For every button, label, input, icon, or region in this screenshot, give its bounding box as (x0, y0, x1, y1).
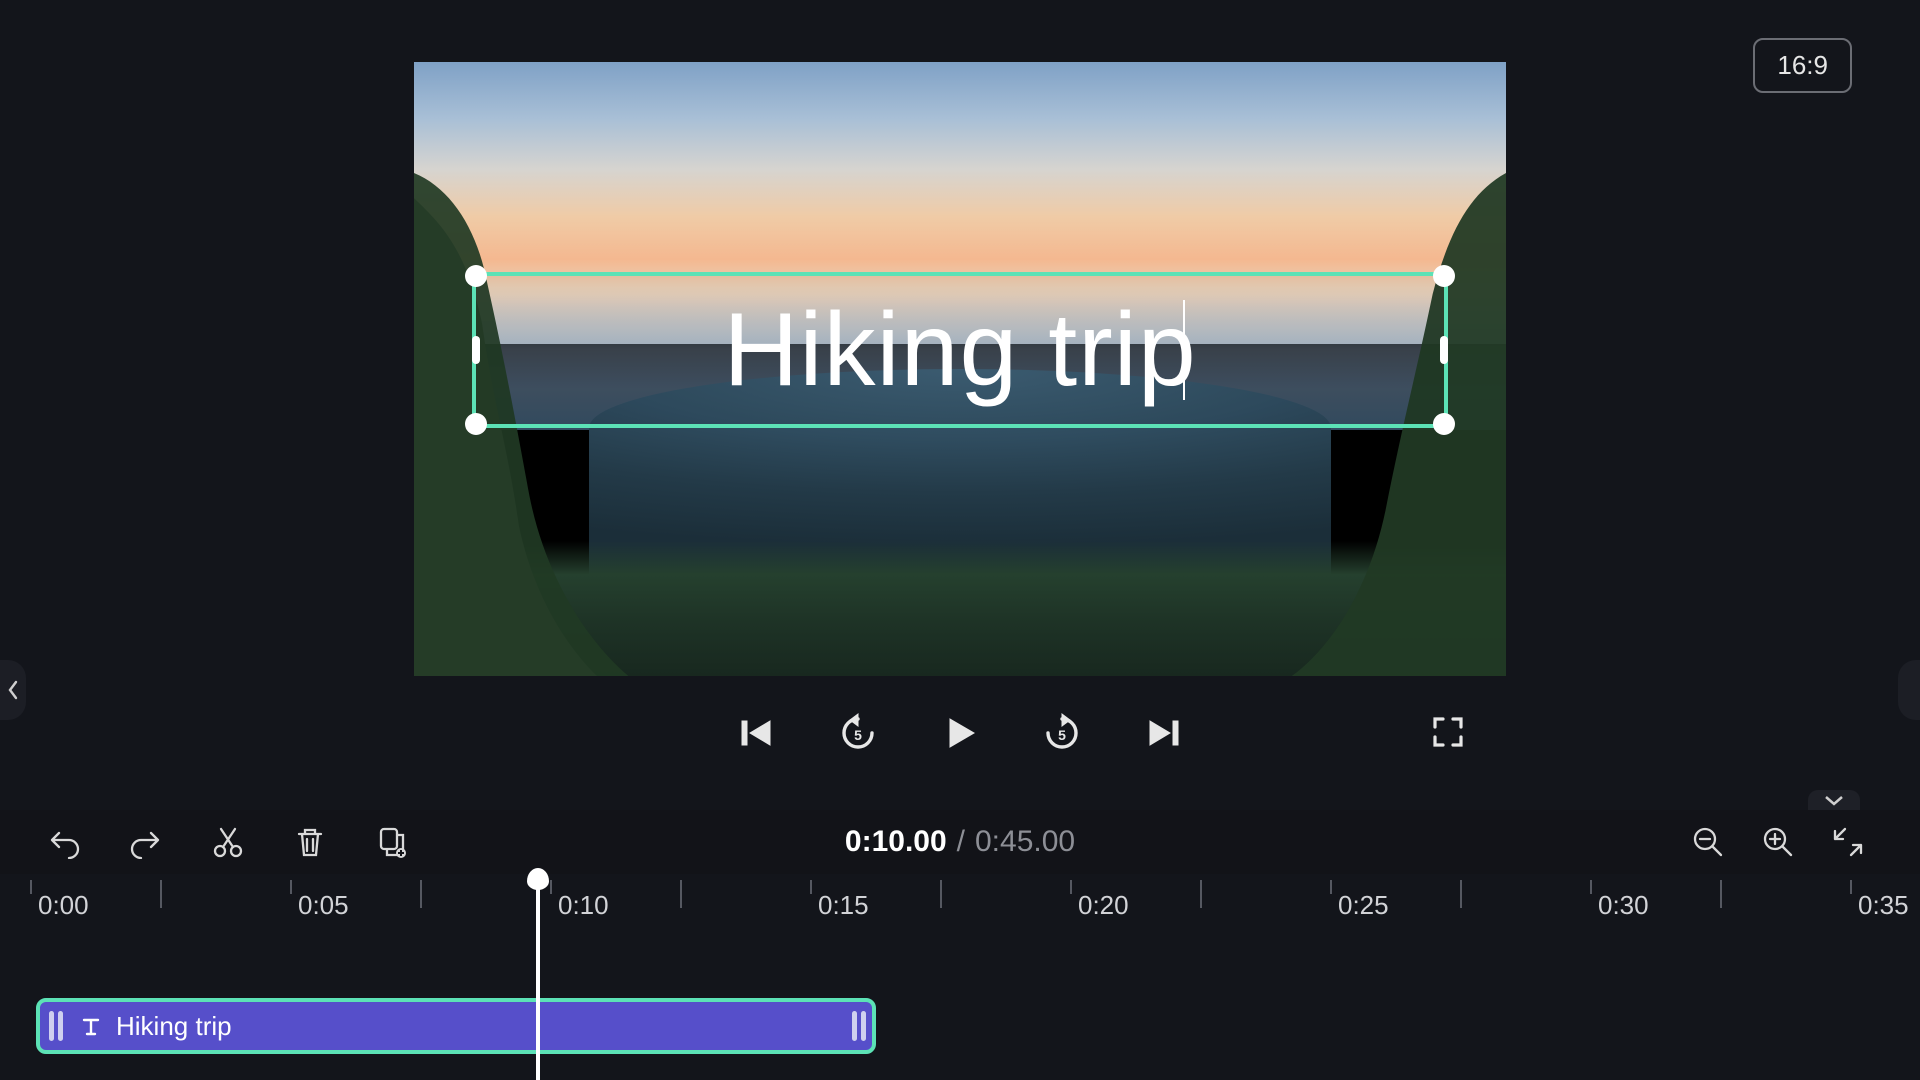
ruler-subtick (1720, 880, 1722, 908)
left-panel-toggle[interactable] (0, 660, 26, 720)
time-separator: / (957, 825, 965, 859)
split-button[interactable] (210, 824, 246, 860)
ruler-subtick (160, 880, 162, 908)
zoom-out-button[interactable] (1690, 824, 1726, 860)
undo-button[interactable] (46, 824, 82, 860)
text-caret (1183, 300, 1185, 400)
current-time: 0:10.00 (845, 825, 947, 859)
delete-button[interactable] (292, 824, 328, 860)
ruler-tick (810, 880, 812, 894)
resize-handle-top-left[interactable] (465, 265, 487, 287)
preview-canvas[interactable]: Hiking trip (414, 62, 1506, 676)
resize-handle-left[interactable] (472, 336, 480, 364)
ruler-tick-label: 0:10 (558, 890, 609, 921)
text-overlay-content[interactable]: Hiking trip (723, 291, 1196, 410)
ruler-tick (1850, 880, 1852, 894)
text-clip[interactable]: Hiking trip (36, 998, 876, 1054)
ruler-tick (1330, 880, 1332, 894)
clip-label: Hiking trip (116, 1011, 232, 1042)
ruler-subtick (420, 880, 422, 908)
total-time: 0:45.00 (975, 825, 1075, 859)
collapse-timeline-button[interactable] (1808, 790, 1860, 810)
timeline-tracks[interactable]: Hiking trip (0, 930, 1920, 1080)
timeline-toolbar: 0:10.00 / 0:45.00 (0, 810, 1920, 874)
ruler-tick (30, 880, 32, 894)
video-editor-app: 16:9 Hiking trip (0, 0, 1920, 1080)
aspect-ratio-button[interactable]: 16:9 (1753, 38, 1852, 93)
time-display: 0:10.00 / 0:45.00 (845, 825, 1075, 859)
toolbar-right-group (1690, 824, 1920, 860)
rewind-5s-button[interactable]: 5 (835, 710, 881, 756)
toolbar-left-group (0, 824, 410, 860)
forward-5s-button[interactable]: 5 (1039, 710, 1085, 756)
jump-start-button[interactable] (733, 710, 779, 756)
jump-end-button[interactable] (1141, 710, 1187, 756)
ruler-tick (290, 880, 292, 894)
resize-handle-right[interactable] (1440, 336, 1448, 364)
redo-button[interactable] (128, 824, 164, 860)
zoom-in-button[interactable] (1760, 824, 1796, 860)
ruler-tick-label: 0:05 (298, 890, 349, 921)
forward-label: 5 (1058, 727, 1066, 743)
text-overlay-selection[interactable]: Hiking trip (472, 272, 1448, 428)
clip-trim-left[interactable] (40, 1011, 72, 1041)
preview-area: Hiking trip (414, 62, 1506, 676)
rewind-label: 5 (854, 727, 862, 743)
resize-handle-bottom-left[interactable] (465, 413, 487, 435)
ruler-tick-label: 0:30 (1598, 890, 1649, 921)
resize-handle-bottom-right[interactable] (1433, 413, 1455, 435)
ruler-tick (550, 880, 552, 894)
text-clip-icon (80, 1015, 102, 1037)
ruler-tick-label: 0:25 (1338, 890, 1389, 921)
ruler-tick-label: 0:35 (1858, 890, 1909, 921)
clip-trim-right[interactable] (852, 1011, 866, 1041)
ruler-subtick (1200, 880, 1202, 908)
ruler-tick-label: 0:20 (1078, 890, 1129, 921)
ruler-tick (1070, 880, 1072, 894)
duplicate-button[interactable] (374, 824, 410, 860)
ruler-subtick (1460, 880, 1462, 908)
ruler-tick-label: 0:15 (818, 890, 869, 921)
ruler-subtick (940, 880, 942, 908)
playback-controls: 5 5 (414, 700, 1506, 766)
timeline-ruler[interactable]: 0:00 0:05 0:10 0:15 0:20 0:25 0:30 0:35 (0, 874, 1920, 930)
play-button[interactable] (937, 710, 983, 756)
ruler-tick-label: 0:00 (38, 890, 89, 921)
right-panel-toggle[interactable] (1898, 660, 1920, 720)
fit-timeline-button[interactable] (1830, 824, 1866, 860)
fullscreen-button[interactable] (1426, 710, 1470, 754)
resize-handle-top-right[interactable] (1433, 265, 1455, 287)
playhead[interactable] (536, 874, 540, 1080)
ruler-tick (1590, 880, 1592, 894)
ruler-subtick (680, 880, 682, 908)
